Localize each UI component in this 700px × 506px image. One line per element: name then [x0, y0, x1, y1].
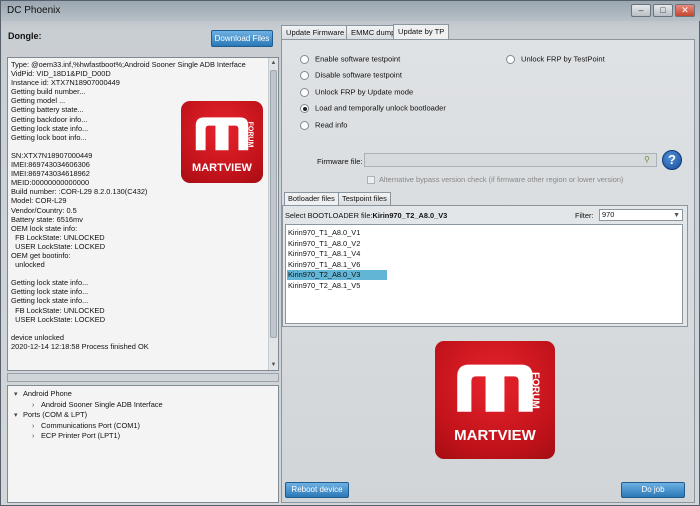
file-list-item[interactable]: Kirin970_T1_A8.0_V1 [287, 228, 360, 238]
scroll-thumb[interactable] [270, 70, 277, 338]
device-tree[interactable]: ▾ Android Phone › Android Sooner Single ADB… [7, 385, 279, 503]
reboot-device-button[interactable]: Reboot device [285, 482, 349, 498]
radio-unlock-frp-testpoint[interactable] [506, 54, 515, 64]
alt-bypass-checkbox[interactable] [367, 176, 375, 185]
minimize-button[interactable]: – [631, 4, 651, 17]
file-list-item[interactable]: Kirin970_T1_A8.1_V4 [287, 249, 360, 259]
browse-icon[interactable]: ⚲ [644, 155, 653, 165]
file-list-item[interactable]: Kirin970_T2_A8.0_V3 [287, 270, 387, 281]
log-line: Build number: :COR-L29 8.2.0.130(C432) [11, 187, 148, 197]
radio-load-unlock-bootloader[interactable] [300, 103, 309, 113]
filter-value: 970 [602, 210, 615, 219]
logo-forum-text: FORUM [529, 372, 541, 409]
log-line: USER LockState: LOCKED [11, 314, 106, 324]
log-line: USER LockState: LOCKED [11, 241, 106, 251]
tab-update-firmware[interactable]: Update Firmware [281, 25, 350, 39]
radio-read-info[interactable] [300, 120, 309, 130]
scroll-down-icon[interactable]: ▼ [269, 360, 278, 370]
log-line: Type: @oem33.inf,%hwfastboot%;Android So… [11, 60, 246, 69]
radio-disable-testpoint[interactable] [300, 70, 309, 80]
select-bootloader-label: Select BOOTLOADER file:Kirin970_T2_A8.0_… [285, 211, 447, 220]
option-unlock-frp-update[interactable]: Unlock FRP by Update mode [300, 87, 413, 97]
device-tree-label: ECP Printer Port (LPT1) [41, 431, 121, 440]
option-label: Disable software testpoint [315, 70, 402, 80]
log-scrollbar[interactable]: ▲ ▼ [268, 58, 278, 370]
collapsed-arrow-icon[interactable]: › [32, 431, 41, 442]
do-job-button[interactable]: Do job [621, 482, 685, 498]
option-label: Load and temporally unlock bootloader [315, 103, 446, 113]
tab-update-by-tp[interactable]: Update by TP [393, 24, 450, 39]
log-line: OEM lock state info: [11, 223, 78, 233]
log-line: device unlocked [11, 332, 65, 342]
title-bar[interactable]: DC Phoenix – □ ✕ [1, 1, 700, 21]
martview-logo-small: MARTVIEW FORUM [181, 101, 263, 183]
subtab-bootloader-files[interactable]: Botloader files [284, 192, 339, 205]
martview-logo-large: MARTVIEW FORUM [435, 341, 555, 459]
option-label: Unlock FRP by Update mode [315, 87, 414, 97]
logo-brand-text: MARTVIEW [454, 427, 536, 444]
selected-bootloader-file: Kirin970_T2_A8.0_V3 [372, 211, 448, 220]
option-enable-testpoint[interactable]: Enable software testpoint [300, 54, 400, 64]
scroll-up-icon[interactable]: ▲ [269, 58, 278, 68]
log-line: VidPid: VID_18D1&PID_D00D [11, 69, 111, 79]
log-line: 2020-12-14 12:18:58 Process finished OK [11, 341, 149, 351]
log-line: Getting lock state info... [11, 278, 89, 288]
device-tree-label: Android Phone [23, 389, 72, 398]
radio-enable-testpoint[interactable] [300, 54, 309, 64]
firmware-file-label: Firmware file: [317, 157, 363, 166]
maximize-button[interactable]: □ [653, 4, 673, 17]
device-tree-node[interactable]: › ECP Printer Port (LPT1) [32, 430, 120, 442]
log-line: Getting lock state info... [11, 296, 89, 306]
log-line: Instance id: XTX7N18907000449 [11, 78, 120, 88]
download-files-button[interactable]: Download Files [211, 30, 273, 47]
firmware-file-input[interactable]: ⚲ [364, 153, 657, 167]
log-horizontal-scrollbar[interactable] [7, 373, 279, 382]
radio-unlock-frp-update[interactable] [300, 87, 309, 97]
log-line: FB LockState: UNLOCKED [11, 305, 105, 315]
log-line: Battery state: 6516mv [11, 214, 83, 224]
file-list-item[interactable]: Kirin970_T1_A8.1_V6 [287, 260, 360, 270]
log-line: unlocked [11, 260, 45, 270]
filter-input[interactable]: 970 ▼ [599, 209, 683, 221]
bootloader-file-list[interactable]: Kirin970_T1_A8.0_V1 Kirin970_T1_A8.0_V2 Ki… [285, 224, 683, 324]
log-line: FB LockState: UNLOCKED [11, 232, 105, 242]
device-tree-label: Ports (COM & LPT) [23, 410, 88, 419]
log-line: Getting lock state info... [11, 287, 89, 297]
option-load-unlock-bootloader[interactable]: Load and temporally unlock bootloader [300, 103, 446, 113]
log-line: Model: COR-L29 [11, 196, 67, 206]
filter-label: Filter: [575, 211, 594, 220]
dongle-label: Dongle: [8, 31, 42, 41]
logo-forum-text: FORUM [246, 121, 254, 148]
alt-bypass-option[interactable]: Alternative bypass version check (if fir… [367, 175, 624, 185]
alt-bypass-label: Alternative bypass version check (if fir… [379, 175, 624, 184]
file-list-item[interactable]: Kirin970_T1_A8.0_V2 [287, 239, 360, 249]
logo-brand-text: MARTVIEW [192, 162, 252, 174]
option-label: Read info [315, 120, 348, 130]
subtab-testpoint-files[interactable]: Testpoint files [338, 192, 391, 205]
file-list-item[interactable]: Kirin970_T2_A8.1_V5 [287, 281, 360, 291]
filter-icon[interactable]: ▼ [673, 211, 680, 221]
log-line: Vendor/Country: 0.5 [11, 205, 77, 215]
option-read-info[interactable]: Read info [300, 120, 348, 130]
option-disable-testpoint[interactable]: Disable software testpoint [300, 70, 402, 80]
help-button[interactable]: ? [662, 150, 682, 170]
log-line: Getting build number... [11, 87, 86, 97]
close-button[interactable]: ✕ [675, 4, 695, 17]
option-unlock-frp-testpoint[interactable]: Unlock FRP by TestPoint [506, 54, 605, 64]
option-label: Unlock FRP by TestPoint [521, 54, 605, 64]
expand-arrow-icon[interactable]: ▾ [14, 410, 23, 421]
option-label: Enable software testpoint [315, 54, 401, 64]
device-tree-label: Android Sooner Single ADB Interface [41, 399, 163, 409]
select-bootloader-text: Select BOOTLOADER file: [285, 211, 373, 220]
device-tree-label: Communications Port (COM1) [41, 420, 140, 430]
log-line: OEM get bootinfo: [11, 250, 71, 260]
app-window: DC Phoenix – □ ✕ Dongle: Download Files … [0, 0, 700, 506]
expand-arrow-icon[interactable]: ▾ [14, 389, 23, 400]
window-title: DC Phoenix [7, 5, 61, 16]
